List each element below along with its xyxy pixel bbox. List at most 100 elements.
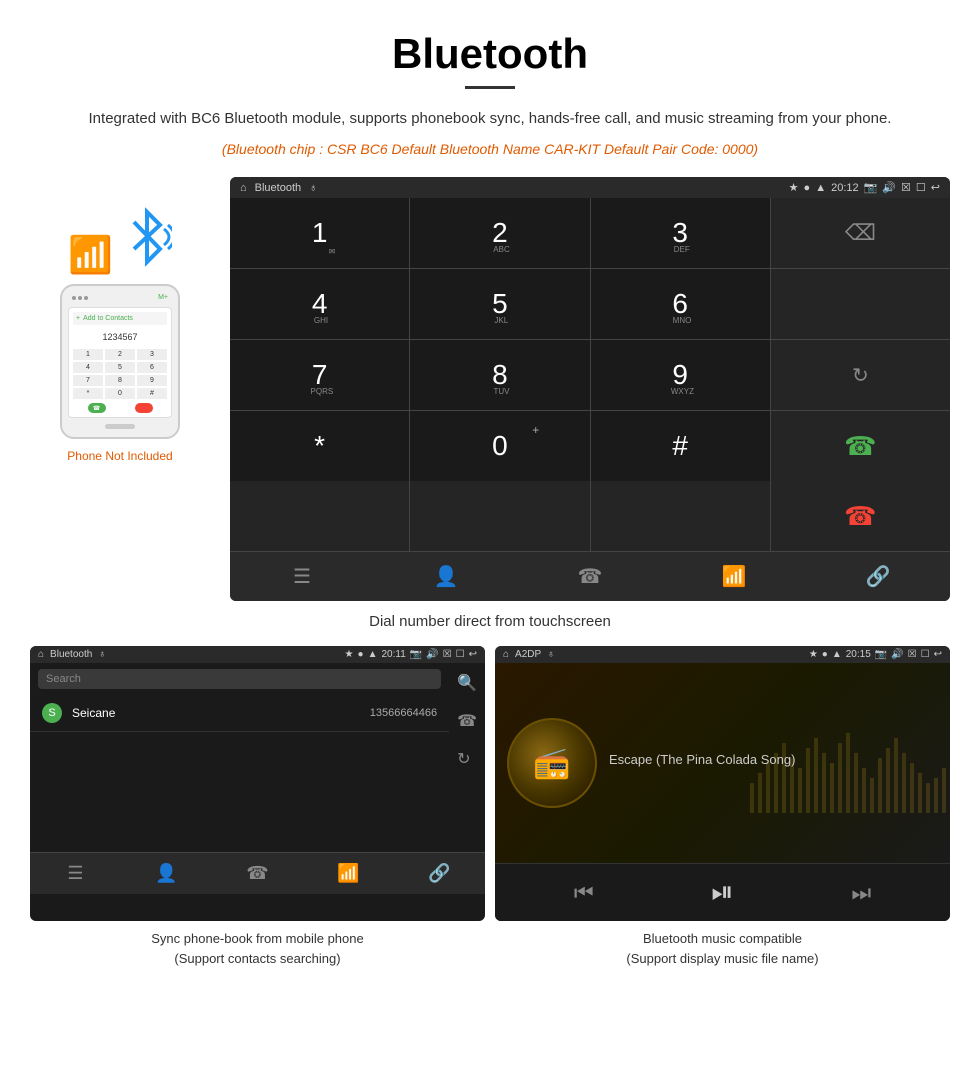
key-5[interactable]: 5 JKL bbox=[410, 269, 589, 339]
window-icon: ☐ bbox=[916, 181, 926, 194]
music-usb-icon: ♁ bbox=[547, 649, 555, 660]
dialer-screen: ⌂ Bluetooth ♁ ★ ● ▲ 20:12 📷 🔊 ☒ ☐ ↩ 1 ✉ bbox=[230, 177, 950, 601]
key-backspace[interactable]: ⌫ bbox=[771, 198, 950, 268]
key-empty-2 bbox=[771, 269, 950, 339]
pb-nav-grid[interactable]: ☰ bbox=[30, 853, 121, 894]
key-4[interactable]: 4 GHI bbox=[230, 269, 409, 339]
music-cam-icon: 📷 bbox=[875, 649, 887, 660]
contact-avatar: S bbox=[42, 703, 62, 723]
music-controls: ⏮ ⏯ ⏭ bbox=[495, 863, 950, 921]
pb-back-icon: ↩ bbox=[469, 649, 477, 660]
pb-nav-phone[interactable]: ☎ bbox=[212, 853, 303, 894]
camera-icon: 📷 bbox=[864, 181, 878, 194]
pb-nav-bt[interactable]: 📶 bbox=[303, 853, 394, 894]
phonebook-caption: Sync phone-book from mobile phone (Suppo… bbox=[30, 921, 485, 972]
music-statusbar: ⌂ A2DP ♁ ★ ● ▲ 20:15 📷 🔊 ☒ ☐ ↩ bbox=[495, 646, 950, 663]
phone-keypad: 123 456 789 *0# bbox=[73, 349, 167, 399]
key-call-green[interactable]: ☎ bbox=[771, 411, 950, 481]
key-7[interactable]: 7 PQRS bbox=[230, 340, 409, 410]
pb-sig-icon: ▲ bbox=[368, 649, 378, 660]
key-6[interactable]: 6 MNO bbox=[591, 269, 770, 339]
key-8[interactable]: 8 TUV bbox=[410, 340, 589, 410]
phone-mockup: M+ +Add to Contacts 1234567 123 456 789 … bbox=[60, 284, 180, 439]
next-track-button[interactable]: ⏭ bbox=[851, 880, 871, 906]
dialer-caption: Dial number direct from touchscreen bbox=[0, 601, 980, 646]
dialer-app-name: Bluetooth bbox=[255, 182, 301, 194]
dialer-statusbar: ⌂ Bluetooth ♁ ★ ● ▲ 20:12 📷 🔊 ☒ ☐ ↩ bbox=[230, 177, 950, 198]
play-pause-button[interactable]: ⏯ bbox=[711, 876, 733, 909]
music-track-name: Escape (The Pina Colada Song) bbox=[609, 752, 938, 767]
pb-nav-link[interactable]: 🔗 bbox=[394, 853, 485, 894]
phone-action-row: ☎ bbox=[73, 403, 167, 413]
phone-home-button bbox=[105, 424, 135, 429]
pb-nav-contacts[interactable]: 👤 bbox=[121, 853, 212, 894]
pb-content-area: Search S Seicane 13566664466 🔍 ☎ bbox=[30, 663, 485, 852]
header-description: Integrated with BC6 Bluetooth module, su… bbox=[60, 107, 920, 131]
phone-call-button: ☎ bbox=[88, 403, 106, 413]
pb-cam-icon: 📷 bbox=[410, 649, 422, 660]
phone-illustration: 📶 M+ bbox=[30, 177, 210, 463]
pb-statusbar: ⌂ Bluetooth ♁ ★ ● ▲ 20:11 📷 🔊 ☒ ☐ ↩ bbox=[30, 646, 485, 663]
usb-icon: ♁ bbox=[309, 182, 317, 194]
phone-top-bar: M+ bbox=[68, 294, 172, 301]
contact-number: 13566664466 bbox=[370, 707, 437, 719]
side-call-icon[interactable]: ☎ bbox=[457, 711, 477, 731]
nav-phone[interactable]: ☎ bbox=[518, 552, 662, 601]
key-0[interactable]: 0 + bbox=[410, 411, 589, 481]
pb-empty-area bbox=[30, 732, 449, 852]
pb-main-list: Search S Seicane 13566664466 bbox=[30, 663, 449, 852]
music-content-area: 📻 Escape (The Pina Colada Song) bbox=[495, 663, 950, 863]
bt-status-icon: ★ bbox=[789, 181, 799, 194]
music-item: ⌂ A2DP ♁ ★ ● ▲ 20:15 📷 🔊 ☒ ☐ ↩ bbox=[495, 646, 950, 972]
pb-side-icons: 🔍 ☎ ↻ bbox=[449, 663, 485, 852]
phone-dots bbox=[72, 296, 88, 300]
phone-add-contact: +Add to Contacts bbox=[73, 312, 167, 325]
statusbar-right: ★ ● ▲ 20:12 📷 🔊 ☒ ☐ ↩ bbox=[789, 181, 940, 194]
phone-end-button bbox=[135, 403, 153, 413]
key-end-call[interactable]: ☎ bbox=[771, 481, 950, 551]
contact-name: Seicane bbox=[72, 706, 370, 720]
key-1[interactable]: 1 ✉ bbox=[230, 198, 409, 268]
side-search-icon[interactable]: 🔍 bbox=[457, 673, 477, 693]
main-section: 📶 M+ bbox=[0, 167, 980, 601]
nav-link[interactable]: 🔗 bbox=[806, 552, 950, 601]
pb-search-placeholder: Search bbox=[46, 673, 81, 685]
music-vol-icon: 🔊 bbox=[891, 649, 903, 660]
nav-contacts[interactable]: 👤 bbox=[374, 552, 518, 601]
title-divider bbox=[465, 86, 515, 89]
nav-grid[interactable]: ☰ bbox=[230, 552, 374, 601]
pb-bt-icon: ★ bbox=[345, 649, 354, 660]
phonebook-screen: ⌂ Bluetooth ♁ ★ ● ▲ 20:11 📷 🔊 ☒ ☐ ↩ bbox=[30, 646, 485, 921]
side-refresh-icon[interactable]: ↻ bbox=[457, 749, 477, 769]
pb-search-field[interactable]: Search bbox=[38, 669, 441, 689]
music-bt-icon: ★ bbox=[809, 649, 818, 660]
pb-app-name: Bluetooth bbox=[50, 649, 92, 660]
album-art: 📻 bbox=[507, 718, 597, 808]
key-star[interactable]: * bbox=[230, 411, 409, 481]
pb-x-icon: ☒ bbox=[443, 649, 452, 660]
key-hash[interactable]: # bbox=[591, 411, 770, 481]
music-caption: Bluetooth music compatible (Support disp… bbox=[495, 921, 950, 972]
key-2[interactable]: 2 ABC bbox=[410, 198, 589, 268]
key-9[interactable]: 9 WXYZ bbox=[591, 340, 770, 410]
header-section: Bluetooth Integrated with BC6 Bluetooth … bbox=[0, 0, 980, 167]
key-3[interactable]: 3 DEF bbox=[591, 198, 770, 268]
key-empty-5 bbox=[230, 481, 409, 551]
music-win-icon: ☐ bbox=[921, 649, 930, 660]
bluetooth-icon-container: 📶 bbox=[68, 207, 171, 276]
music-home-icon: ⌂ bbox=[503, 649, 509, 660]
music-back-icon: ↩ bbox=[934, 649, 942, 660]
prev-track-button[interactable]: ⏮ bbox=[574, 880, 594, 906]
pb-contact-row: S Seicane 13566664466 bbox=[30, 695, 449, 732]
key-refresh[interactable]: ↻ bbox=[771, 340, 950, 410]
location-icon: ● bbox=[804, 182, 811, 194]
volume-icon: 🔊 bbox=[882, 181, 896, 194]
pb-loc-icon: ● bbox=[358, 649, 364, 660]
pb-navbar: ☰ 👤 ☎ 📶 🔗 bbox=[30, 852, 485, 894]
music-track-info: Escape (The Pina Colada Song) bbox=[609, 752, 938, 775]
home-icon: ⌂ bbox=[240, 182, 247, 194]
dialer-navbar: ☰ 👤 ☎ 📶 🔗 bbox=[230, 551, 950, 601]
nav-bluetooth[interactable]: 📶 bbox=[662, 552, 806, 601]
bluetooth-svg-icon bbox=[122, 207, 172, 267]
signal-icon: ▲ bbox=[815, 182, 826, 194]
